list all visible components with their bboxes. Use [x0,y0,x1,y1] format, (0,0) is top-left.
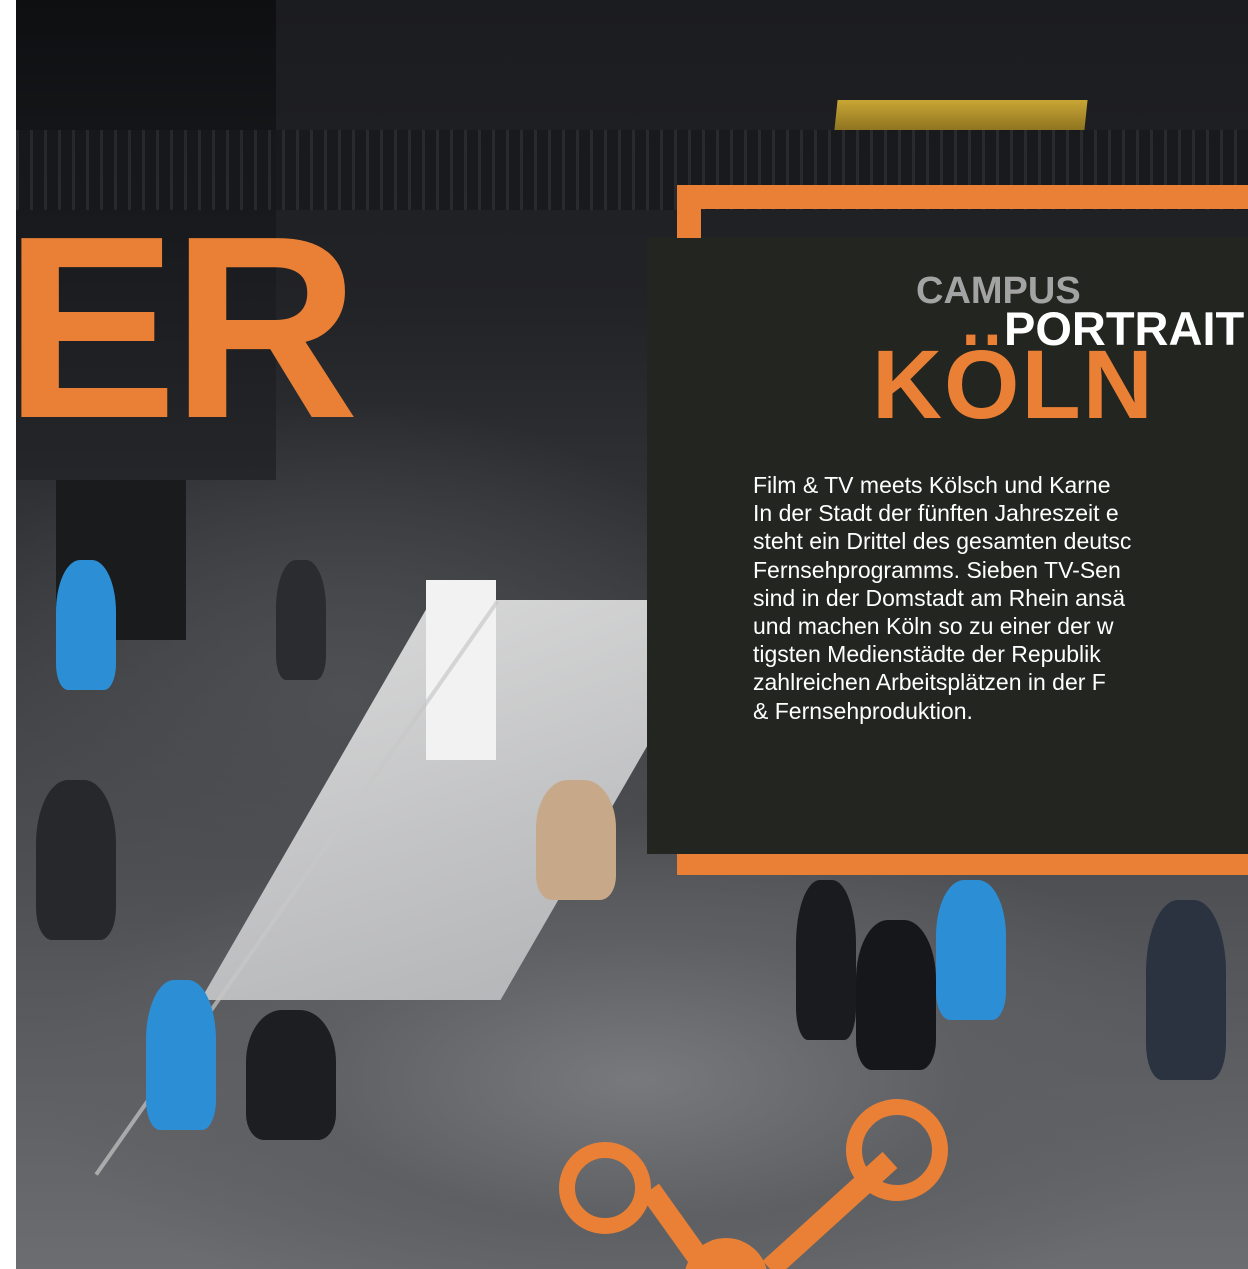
visitor [536,780,616,900]
visitor [856,920,936,1070]
visitor [936,880,1006,1020]
heading-fragment: ER [4,183,359,473]
title-city: KÖLN [872,330,1155,439]
visitor [146,980,216,1130]
body-text: Film & TV meets Kölsch und Karne In der … [753,472,1132,724]
visitor [1146,900,1226,1080]
visitor [276,560,326,680]
visitor [246,1010,336,1140]
yellow-gantry [834,100,1088,130]
booth-banner [426,580,496,760]
visitor [36,780,116,940]
visitor [796,880,856,1040]
visitor [56,560,116,690]
network-nodes-icon [559,1099,948,1269]
